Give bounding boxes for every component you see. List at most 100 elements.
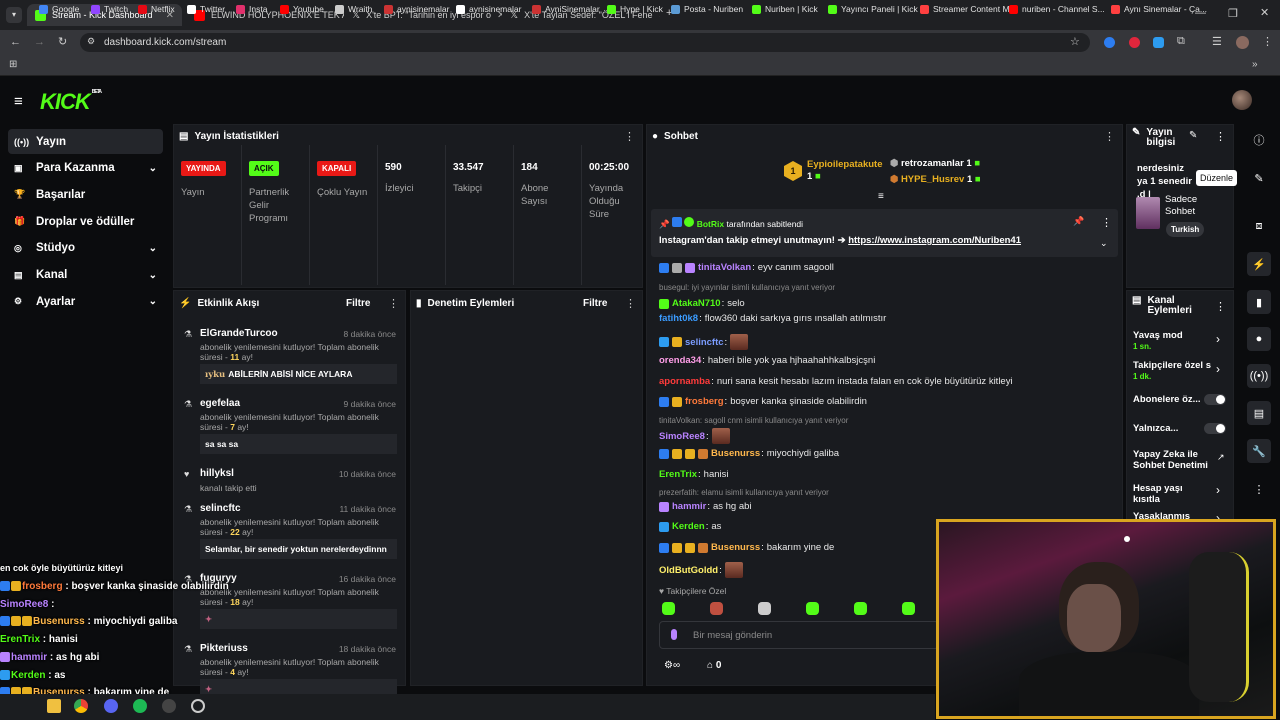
- chat-username[interactable]: OldButGoldd: [659, 565, 718, 576]
- stream-info-menu-icon[interactable]: ⋮: [1215, 130, 1226, 143]
- taskbar-obs-icon[interactable]: [162, 699, 176, 713]
- bookmark-item[interactable]: Wraith: [335, 4, 372, 14]
- top-gifter-2[interactable]: ⬢ retrozamanlar 1 ■: [890, 158, 980, 169]
- hamburger-menu-icon[interactable]: ≡: [14, 93, 23, 110]
- activity-username[interactable]: selincftc: [200, 503, 241, 514]
- profile-avatar-icon[interactable]: [1236, 36, 1249, 49]
- activity-menu-icon[interactable]: ⋮: [388, 297, 399, 310]
- close-window-icon[interactable]: ✕: [1260, 6, 1269, 19]
- chat-shortcut-icon[interactable]: ●: [1247, 327, 1271, 351]
- activity-username[interactable]: Pikteriuss: [200, 643, 248, 654]
- pinned-link[interactable]: https://www.instagram.com/Nuriben41: [848, 235, 1021, 246]
- back-icon[interactable]: ←: [10, 36, 21, 48]
- chat-username[interactable]: orenda34: [659, 355, 701, 366]
- tab-list-button[interactable]: ▾: [6, 7, 22, 23]
- url-field[interactable]: dashboard.kick.com/stream: [80, 33, 1090, 52]
- channel-points[interactable]: ⌂ 0: [707, 660, 721, 671]
- activity-username[interactable]: ElGrandeTurcoo: [200, 328, 278, 339]
- edit-icon[interactable]: ✎: [1247, 166, 1271, 190]
- site-info-icon[interactable]: ⚙: [87, 36, 95, 47]
- kick-logo[interactable]: KICK BETA: [40, 89, 102, 115]
- top-gifter-3[interactable]: ⬢ HYPE_Husrev 1 ■: [890, 174, 981, 185]
- bookmark-item[interactable]: Insta: [236, 4, 267, 14]
- chat-username[interactable]: Kerden: [672, 521, 705, 532]
- sidebar-item-7[interactable]: ⚙ Ayarlar ⌄: [8, 289, 163, 314]
- wrench-shortcut-icon[interactable]: 🔧: [1247, 439, 1271, 463]
- sidebar-item-4[interactable]: 🎁 Droplar ve ödüller: [8, 209, 163, 234]
- channel-action-item[interactable]: Abonelere öz...: [1133, 394, 1211, 405]
- sidebar-item-5[interactable]: ◎ Stüdyo ⌄: [8, 236, 163, 261]
- channel-action-item[interactable]: Yavaş mod 1 sn.: [1133, 330, 1211, 352]
- user-avatar[interactable]: [1232, 90, 1252, 110]
- action-toggle[interactable]: [1204, 423, 1226, 434]
- stream-info-edit-icon[interactable]: ✎: [1189, 130, 1197, 141]
- activity-username[interactable]: hillyksl: [200, 468, 234, 479]
- channel-action-item[interactable]: Yalnızca...: [1133, 423, 1211, 434]
- document-shortcut-icon[interactable]: ▮: [1247, 290, 1271, 314]
- channel-action-item[interactable]: Yapay Zeka ile Sohbet Denetimi: [1133, 449, 1213, 471]
- chat-username[interactable]: tinitaVolkan: [698, 262, 751, 273]
- bookmark-item[interactable]: Nuriben | Kick: [752, 4, 818, 14]
- bookmark-item[interactable]: Twitter: [187, 4, 225, 14]
- bookmark-item[interactable]: Twitch: [91, 4, 128, 14]
- moderation-menu-icon[interactable]: ⋮: [625, 297, 636, 310]
- quick-emote-icon[interactable]: [758, 602, 771, 615]
- bookmark-item[interactable]: Netflix: [138, 4, 175, 14]
- bookmark-item[interactable]: nuriben - Channel S...: [1009, 4, 1105, 14]
- extensions-puzzle-icon[interactable]: ⧉: [1177, 35, 1185, 48]
- bookmark-item[interactable]: Posta - Nuriben: [671, 4, 743, 14]
- action-toggle[interactable]: [1204, 394, 1226, 405]
- activity-username[interactable]: egefelaa: [200, 398, 240, 409]
- bookmark-item[interactable]: Youtube: [280, 4, 324, 14]
- reading-list-icon[interactable]: ☰: [1212, 35, 1222, 48]
- channel-action-item[interactable]: Takipçilere özel s1 dk.: [1133, 360, 1211, 382]
- bookmark-item[interactable]: Yayıncı Paneli | Kick: [828, 4, 918, 14]
- activity-filter-button[interactable]: Filtre: [346, 298, 370, 309]
- chat-username[interactable]: hammir: [672, 501, 706, 512]
- quick-emote-icon[interactable]: [710, 602, 723, 615]
- crop-icon[interactable]: ⧈: [1247, 214, 1271, 238]
- external-link-icon[interactable]: ↗: [1217, 452, 1225, 463]
- chat-username[interactable]: selincftc: [685, 337, 724, 348]
- browser-menu-icon[interactable]: ⋮: [1262, 35, 1273, 48]
- chat-settings-icon[interactable]: ⚙∞: [664, 660, 680, 671]
- layers-shortcut-icon[interactable]: ▤: [1247, 401, 1271, 425]
- stats-menu-icon[interactable]: ⋮: [624, 130, 635, 143]
- chat-menu-icon[interactable]: ⋮: [1104, 130, 1115, 143]
- sidebar-item-3[interactable]: 🏆 Başarılar: [8, 182, 163, 207]
- chat-username[interactable]: frosberg: [685, 396, 724, 407]
- chat-username[interactable]: Busenurss: [711, 542, 760, 553]
- bookmark-item[interactable]: aynisinemalar: [456, 4, 521, 14]
- pinned-menu-icon[interactable]: ⋮: [1101, 216, 1112, 229]
- chat-username[interactable]: apornamba: [659, 376, 710, 387]
- extension-icon-2[interactable]: [1129, 37, 1140, 48]
- taskbar-spotify-icon[interactable]: [133, 699, 147, 713]
- chat-mic-icon[interactable]: [671, 629, 677, 640]
- quick-emote-icon[interactable]: [806, 602, 819, 615]
- expand-gifters-icon[interactable]: ≡: [878, 191, 884, 202]
- sidebar-item-1[interactable]: ((•)) Yayın: [8, 129, 163, 154]
- category-thumbnail[interactable]: [1136, 197, 1160, 229]
- bookmark-item[interactable]: AyniSinemalar: [532, 4, 600, 14]
- taskbar-explorer-icon[interactable]: [47, 699, 61, 713]
- taskbar-chrome-icon[interactable]: [74, 699, 88, 713]
- bookmark-item[interactable]: Hype | Kick: [607, 4, 663, 14]
- sidebar-item-2[interactable]: ▣ Para Kazanma ⌄: [8, 156, 163, 181]
- chat-username[interactable]: AtakaN710: [672, 298, 721, 309]
- chat-username[interactable]: fatiht0k8: [659, 313, 698, 324]
- top-gifter-1[interactable]: Eypioilepatakute 1 ■: [807, 159, 883, 183]
- quick-emote-icon[interactable]: [854, 602, 867, 615]
- forward-icon[interactable]: →: [34, 36, 45, 48]
- lightning-shortcut-icon[interactable]: ⚡: [1247, 252, 1271, 276]
- bookmark-item[interactable]: Aynı Sinemalar - Ça...: [1111, 4, 1207, 14]
- chat-username[interactable]: SimoRee8: [659, 431, 705, 442]
- quick-emote-icon[interactable]: [902, 602, 915, 615]
- category-name[interactable]: Sadece Sohbet: [1165, 194, 1220, 218]
- chat-username[interactable]: ErenTrix: [659, 469, 697, 480]
- channel-actions-menu-icon[interactable]: ⋮: [1215, 300, 1226, 313]
- info-icon[interactable]: ⓘ: [1247, 128, 1271, 152]
- moderation-filter-button[interactable]: Filtre: [583, 298, 607, 309]
- collapse-pinned-icon[interactable]: ⌄: [1100, 238, 1108, 249]
- chat-username[interactable]: Busenurss: [711, 448, 760, 459]
- taskbar-app-icon[interactable]: [191, 699, 205, 713]
